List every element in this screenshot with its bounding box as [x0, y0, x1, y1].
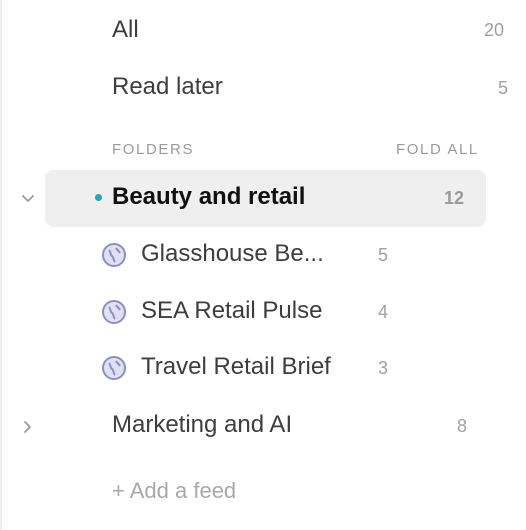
- feed-item-sea-retail-pulse-count: 4: [378, 302, 389, 322]
- unread-dot: [95, 194, 102, 201]
- chevron-down-icon[interactable]: [17, 188, 39, 210]
- folder-marketing-and-ai-count: 8: [457, 416, 468, 436]
- folder-beauty-and-retail-count: 12: [444, 188, 465, 208]
- nav-item-all-label: All: [112, 16, 139, 43]
- nav-item-read-later-label: Read later: [112, 73, 223, 100]
- add-feed-button[interactable]: + Add a feed: [112, 478, 236, 504]
- chevron-right-icon[interactable]: [17, 416, 39, 438]
- feed-item-travel-retail-brief-count: 3: [378, 358, 389, 378]
- feed-item-glasshouse-label: Glasshouse Be...: [141, 240, 324, 267]
- globe-icon: [102, 243, 126, 267]
- feed-item-glasshouse-count: 5: [378, 245, 389, 265]
- fold-all-button[interactable]: FOLD ALL: [396, 141, 479, 158]
- globe-icon: [102, 300, 126, 324]
- globe-icon: [102, 356, 126, 380]
- feed-item-travel-retail-brief-label: Travel Retail Brief: [141, 353, 331, 380]
- nav-item-read-later-count: 5: [498, 78, 509, 98]
- folders-heading: FOLDERS: [112, 141, 195, 158]
- nav-item-all-count: 20: [484, 20, 505, 40]
- feed-item-sea-retail-pulse-label: SEA Retail Pulse: [141, 297, 323, 324]
- folder-beauty-and-retail-label: Beauty and retail: [112, 183, 306, 210]
- folder-marketing-and-ai-label: Marketing and AI: [112, 411, 293, 438]
- sidebar-border: [0, 0, 2, 530]
